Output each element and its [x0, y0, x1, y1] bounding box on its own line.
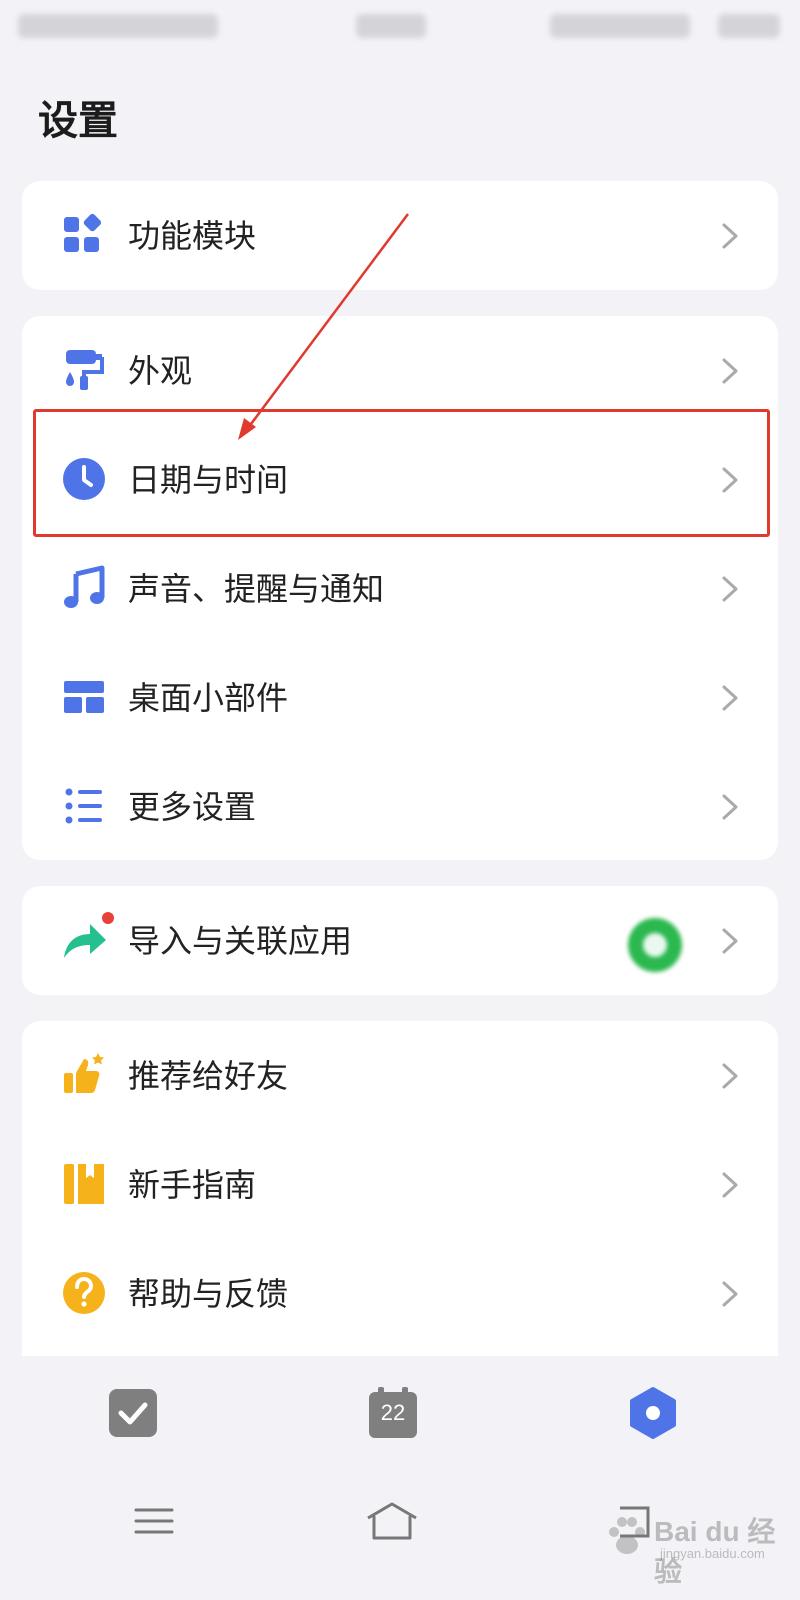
- book-icon: [60, 1160, 108, 1208]
- settings-card-main: 外观 日期与时间 声音、提醒与通知 桌面小部件 更多设置: [22, 316, 778, 860]
- settings-row-help-feedback[interactable]: 帮助与反馈: [22, 1239, 778, 1349]
- highlight-box-annotation: [33, 409, 770, 537]
- chevron-right-icon: [714, 1277, 744, 1311]
- status-bar: [0, 0, 800, 60]
- hexagon-settings-icon: [630, 1387, 676, 1439]
- settings-row-label: 更多设置: [128, 788, 257, 826]
- paw-icon: [609, 1517, 645, 1554]
- chevron-right-icon: [714, 790, 744, 824]
- settings-row-label: 声音、提醒与通知: [128, 570, 385, 608]
- tab-settings[interactable]: [626, 1386, 680, 1440]
- settings-row-guide[interactable]: 新手指南: [22, 1130, 778, 1240]
- notification-dot-badge: [102, 912, 114, 924]
- settings-row-sound-notifications[interactable]: 声音、提醒与通知: [22, 534, 778, 644]
- settings-card-modules: 功能模块: [22, 181, 778, 290]
- chevron-right-icon: [714, 681, 744, 715]
- list-icon: [60, 782, 108, 830]
- calendar-date-label: 22: [380, 1400, 406, 1425]
- watermark-subtext: jingyan.baidu.com: [660, 1546, 765, 1561]
- settings-row-label: 新手指南: [128, 1166, 257, 1204]
- settings-card-help: 推荐给好友 新手指南 帮助与反馈: [22, 1021, 778, 1356]
- home-icon: [367, 1502, 417, 1540]
- thumbs-up-icon: [60, 1051, 108, 1099]
- linked-app-icon: [628, 918, 682, 972]
- menu-icon: [134, 1508, 174, 1534]
- menu-button[interactable]: [124, 1496, 184, 1546]
- settings-row-widgets[interactable]: 桌面小部件: [22, 643, 778, 753]
- settings-row-label: 功能模块: [128, 217, 257, 255]
- page-title: 设置: [38, 98, 118, 144]
- apps-icon: [60, 211, 108, 259]
- home-button[interactable]: [362, 1496, 422, 1546]
- settings-row-label: 推荐给好友: [128, 1057, 289, 1095]
- chevron-right-icon: [714, 354, 744, 388]
- checkbox-icon: [109, 1389, 157, 1437]
- help-icon: [60, 1269, 108, 1317]
- settings-row-modules[interactable]: 功能模块: [22, 181, 778, 291]
- tab-calendar[interactable]: 22: [366, 1386, 420, 1440]
- settings-row-label: 导入与关联应用: [128, 922, 353, 960]
- settings-row-label: 桌面小部件: [128, 679, 289, 717]
- settings-row-recommend[interactable]: 推荐给好友: [22, 1021, 778, 1131]
- paint-roller-icon: [60, 346, 108, 394]
- chevron-right-icon: [714, 1168, 744, 1202]
- settings-row-label: 外观: [128, 352, 193, 390]
- chevron-right-icon: [714, 572, 744, 606]
- settings-row-more[interactable]: 更多设置: [22, 752, 778, 862]
- tab-tasks[interactable]: [106, 1386, 160, 1440]
- chevron-right-icon: [714, 1059, 744, 1093]
- chevron-right-icon: [714, 924, 744, 958]
- chevron-right-icon: [714, 219, 744, 253]
- share-arrow-icon: [60, 916, 108, 964]
- widget-icon: [60, 673, 108, 721]
- settings-row-label: 帮助与反馈: [128, 1275, 289, 1313]
- watermark-logo: Bai du 经验 jingyan.baidu.com: [604, 1506, 794, 1587]
- music-note-icon: [60, 564, 108, 612]
